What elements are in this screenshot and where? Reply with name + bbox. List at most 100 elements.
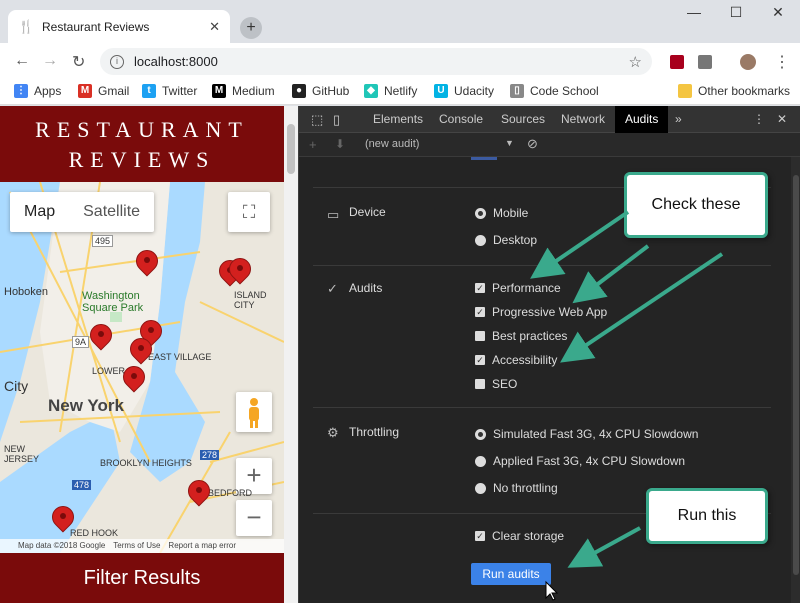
page-scrollbar[interactable]: [284, 106, 298, 603]
device-icon: ▭: [327, 207, 340, 222]
audit-seo-label: SEO: [492, 377, 518, 391]
device-section-title: Device: [349, 205, 386, 219]
close-window-button[interactable]: ✕: [758, 4, 798, 21]
star-icon[interactable]: ☆: [629, 53, 642, 71]
inspect-icon[interactable]: ⬚: [311, 106, 323, 133]
bookmark-netlify[interactable]: ◆ Netlify: [364, 84, 417, 98]
apps-icon: ⋮: [14, 84, 28, 98]
filter-results-heading: Filter Results: [0, 553, 284, 603]
bookmark-label: Gmail: [98, 84, 130, 98]
map-label-lower: LOWER: [92, 366, 126, 376]
bookmark-label: GitHub: [312, 84, 350, 98]
audit-seo-checkbox[interactable]: SEO: [475, 377, 517, 391]
map-label-east-village: EAST VILLAGE: [148, 352, 212, 362]
audit-pwa-checkbox[interactable]: ✓ Progressive Web App: [475, 305, 607, 319]
dropdown-arrow-icon[interactable]: ▼: [505, 138, 514, 148]
tab-elements[interactable]: Elements: [373, 106, 423, 133]
scroll-indicator: [471, 157, 497, 160]
tab-network[interactable]: Network: [561, 106, 605, 133]
checkbox-checked: ✓: [475, 531, 485, 541]
pegman-icon[interactable]: [236, 392, 272, 432]
forward-icon[interactable]: →: [42, 52, 58, 70]
device-toggle-icon[interactable]: ▯: [333, 106, 340, 133]
fullscreen-icon[interactable]: ⛶: [228, 192, 270, 232]
devtools-menu-icon[interactable]: ⋮: [753, 106, 765, 133]
tab-sources[interactable]: Sources: [501, 106, 545, 133]
clear-icon[interactable]: ⊘: [527, 136, 538, 152]
audit-best-practices-checkbox[interactable]: Best practices: [475, 329, 567, 343]
map-data-credit: Map data ©2018 Google: [18, 541, 106, 550]
audit-select[interactable]: (new audit): [365, 138, 419, 150]
throttling-simulated-radio[interactable]: Simulated Fast 3G, 4x CPU Slowdown: [475, 427, 698, 441]
throttling-none-radio[interactable]: No throttling: [475, 481, 558, 495]
medium-icon: M: [212, 84, 226, 98]
tab-close-icon[interactable]: ✕: [209, 19, 220, 35]
run-this-callout: Run this: [646, 488, 768, 544]
clear-storage-label: Clear storage: [492, 529, 565, 543]
map-type-satellite-button[interactable]: Satellite: [69, 192, 154, 232]
check-these-callout: Check these: [624, 172, 768, 238]
download-icon[interactable]: ⬇: [335, 137, 345, 151]
new-tab-button[interactable]: +: [240, 17, 262, 39]
bookmark-twitter[interactable]: t Twitter: [142, 84, 197, 98]
bookmark-gmail[interactable]: M Gmail: [78, 84, 129, 98]
zoom-out-button[interactable]: −: [236, 500, 272, 536]
audit-performance-checkbox[interactable]: ✓ Performance: [475, 281, 561, 295]
map-label-island-city: ISLAND CITY: [234, 290, 267, 310]
other-bookmarks-label: Other bookmarks: [698, 84, 791, 98]
back-icon[interactable]: ←: [14, 52, 30, 70]
audit-accessibility-checkbox[interactable]: ✓ Accessibility: [475, 353, 557, 367]
devtools-close-icon[interactable]: ✕: [777, 106, 787, 133]
tab-audits[interactable]: Audits: [615, 106, 669, 133]
route-478-shield: 478: [72, 480, 92, 490]
device-mobile-label: Mobile: [493, 206, 529, 220]
bookmark-medium[interactable]: M Medium: [212, 84, 275, 98]
device-desktop-radio[interactable]: Desktop: [475, 233, 537, 247]
tab-console[interactable]: Console: [439, 106, 483, 133]
site-header: RESTAURANT REVIEWS: [0, 106, 284, 182]
bookmark-label: Twitter: [162, 84, 198, 98]
map-label-red-hook: RED HOOK: [70, 528, 119, 538]
reload-icon[interactable]: ↻: [72, 52, 85, 72]
avatar[interactable]: [740, 54, 756, 70]
devtools-scrollbar[interactable]: [791, 157, 800, 603]
device-mobile-radio[interactable]: Mobile: [475, 206, 528, 220]
throttling-applied-radio[interactable]: Applied Fast 3G, 4x CPU Slowdown: [475, 454, 685, 468]
bookmark-github[interactable]: ● GitHub: [292, 84, 349, 98]
map-label-new-york: New York: [48, 396, 124, 415]
bookmark-udacity[interactable]: U Udacity: [434, 84, 494, 98]
checkbox-checked: ✓: [475, 355, 485, 365]
terms-of-use-link[interactable]: Terms of Use: [113, 539, 160, 553]
bookmark-code-school[interactable]: ▯ Code School: [510, 84, 599, 98]
browser-tab[interactable]: 🍴 Restaurant Reviews ✕: [8, 10, 230, 43]
map-type-control: Map Satellite: [10, 192, 155, 232]
radio-selected: [475, 428, 486, 440]
minimize-button[interactable]: —: [674, 4, 714, 20]
maximize-button[interactable]: ☐: [716, 4, 756, 21]
device-desktop-label: Desktop: [493, 233, 538, 247]
menu-icon[interactable]: ⋮: [774, 52, 790, 72]
clear-storage-checkbox[interactable]: ✓ Clear storage: [475, 529, 564, 543]
netlify-icon: ◆: [364, 84, 378, 98]
bookmark-apps[interactable]: ⋮ Apps: [14, 84, 61, 98]
ublock-icon[interactable]: [670, 55, 684, 69]
page-scrollbar-thumb[interactable]: [287, 124, 295, 174]
checkmark-icon: ✓: [327, 281, 338, 296]
report-map-error-link[interactable]: Report a map error: [168, 539, 236, 553]
more-tabs-icon[interactable]: »: [675, 106, 682, 133]
map[interactable]: Map Satellite ⛶ + − Hoboken Washington S…: [0, 182, 284, 553]
other-bookmarks[interactable]: Other bookmarks: [678, 84, 790, 98]
audit-accessibility-label: Accessibility: [492, 353, 558, 367]
site-title-line2: REVIEWS: [68, 147, 216, 172]
site-title-line1: RESTAURANT: [35, 117, 249, 142]
extension-icon[interactable]: [698, 55, 712, 69]
address-bar[interactable]: i localhost:8000 ☆: [100, 48, 652, 75]
bookmark-label: Udacity: [454, 84, 495, 98]
devtools-scrollbar-thumb[interactable]: [793, 175, 799, 575]
map-label-hoboken: Hoboken: [4, 286, 49, 298]
new-audit-plus-icon[interactable]: +: [309, 137, 317, 152]
info-icon[interactable]: i: [110, 54, 124, 69]
udacity-icon: U: [434, 84, 448, 98]
map-type-map-button[interactable]: Map: [10, 192, 69, 232]
run-audits-button[interactable]: Run audits: [471, 563, 551, 585]
